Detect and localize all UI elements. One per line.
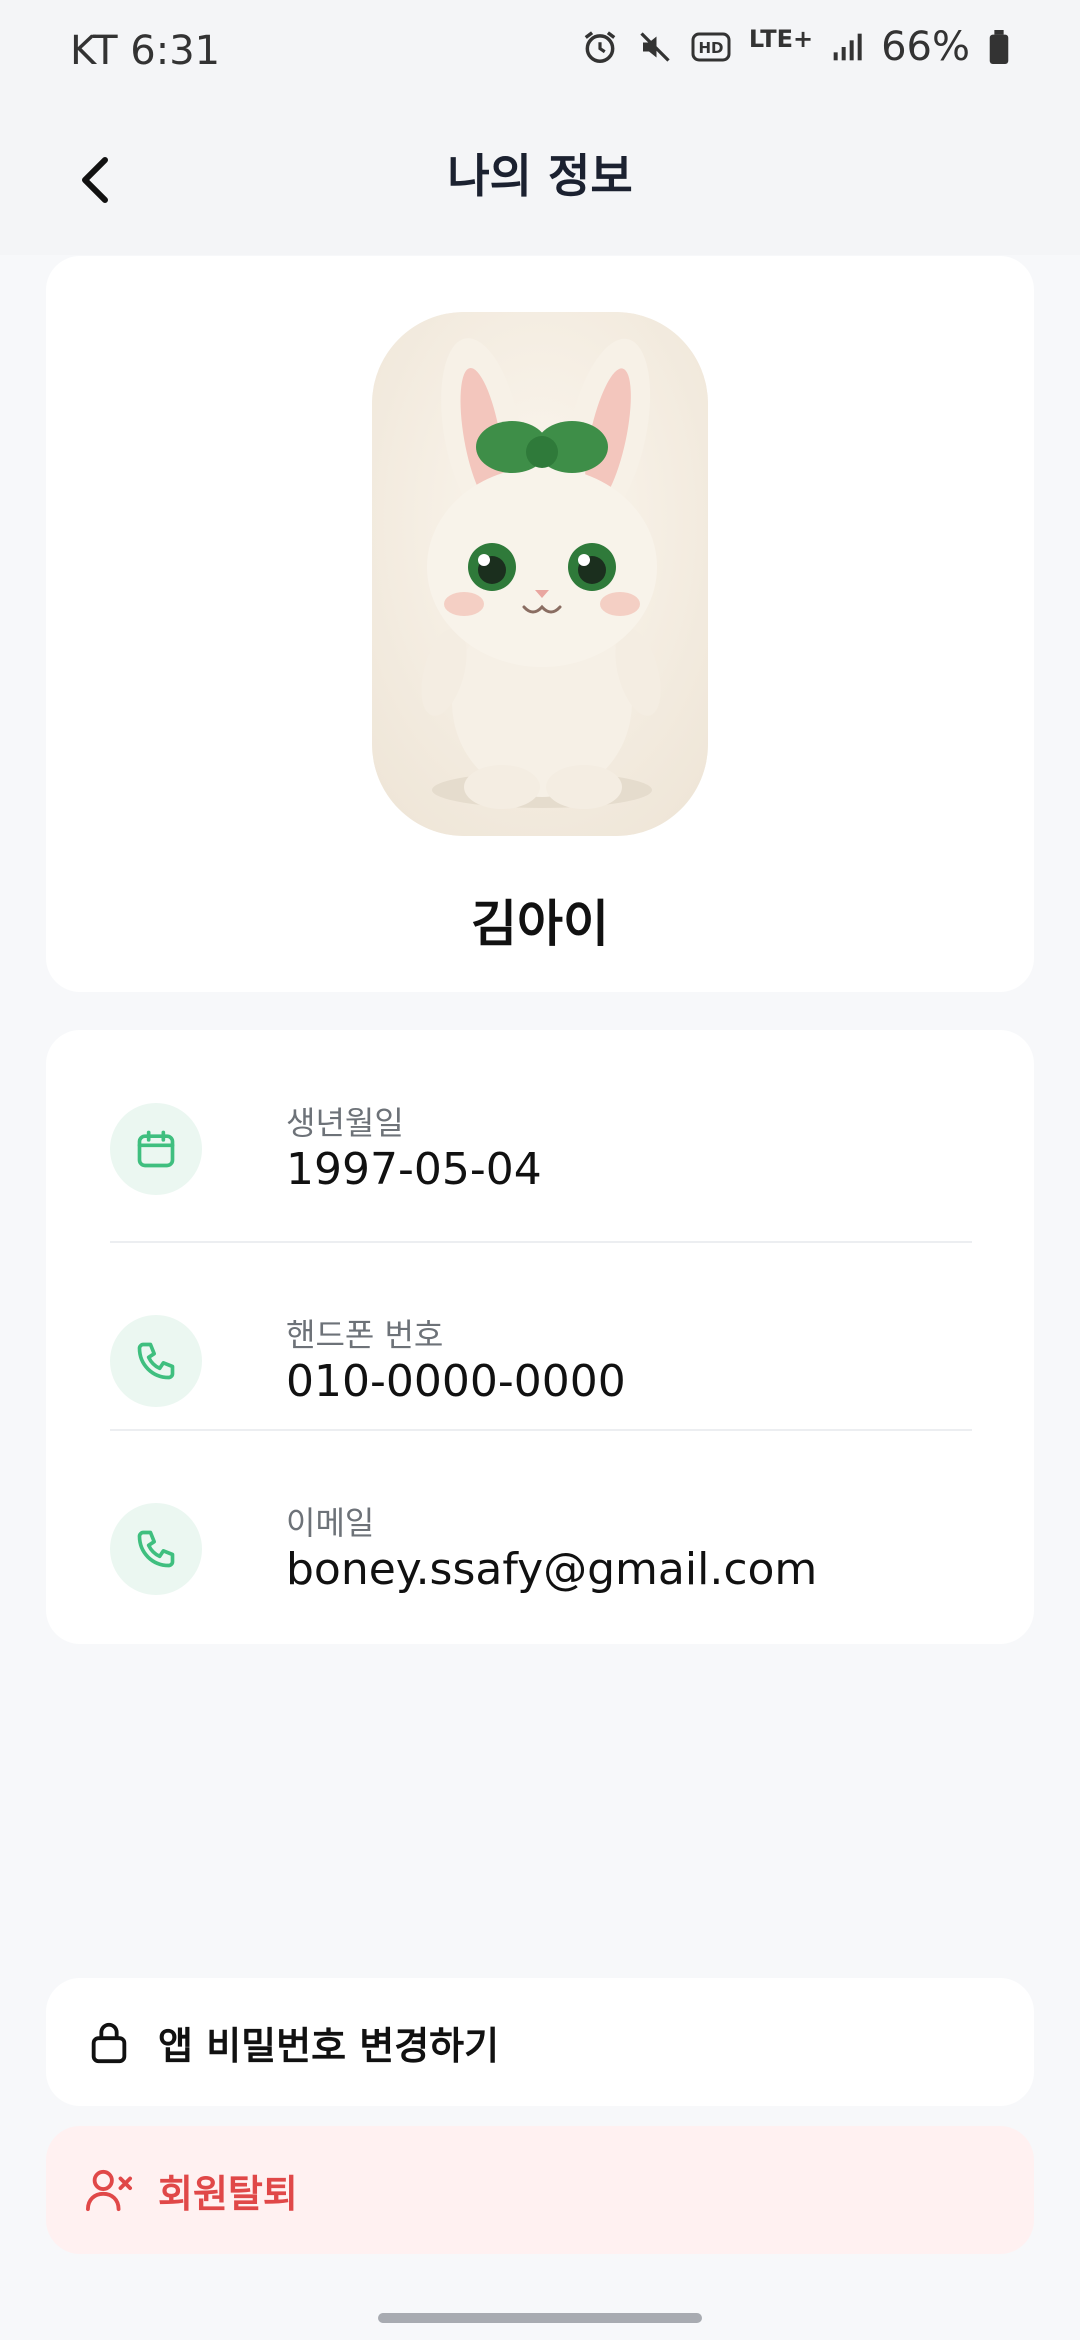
status-bar: KT 6:31 HD LTE+ 66%: [0, 0, 1080, 105]
birthdate-value: 1997-05-04: [286, 1144, 542, 1195]
alarm-icon: [581, 28, 619, 66]
lock-icon: [84, 2017, 134, 2067]
avatar[interactable]: [372, 312, 708, 836]
hd-icon: HD: [691, 32, 731, 62]
profile-name: 김아이: [471, 895, 609, 953]
calendar-icon: [110, 1103, 202, 1195]
phone-value: 010-0000-0000: [286, 1356, 626, 1407]
home-indicator[interactable]: [378, 2313, 702, 2323]
battery-percent: 66%: [881, 24, 970, 70]
header: 나의 정보: [0, 105, 1080, 255]
email-row: 이메일 boney.ssafy@gmail.com: [110, 1430, 972, 1616]
profile-card: 김아이: [46, 256, 1034, 992]
email-value: boney.ssafy@gmail.com: [286, 1544, 818, 1595]
withdraw-label: 회원탈퇴: [158, 2171, 298, 2216]
withdraw-button[interactable]: 회원탈퇴: [46, 2126, 1034, 2254]
phone-icon: [110, 1503, 202, 1595]
mute-icon: [637, 29, 673, 65]
signal-icon: [831, 31, 863, 63]
info-card: 생년월일 1997-05-04 핸드폰 번호 010-0000-0000 이메일…: [46, 1030, 1034, 1644]
carrier-time: KT 6:31: [70, 28, 221, 74]
email-label: 이메일: [286, 1504, 375, 1542]
battery-icon: [988, 30, 1010, 64]
status-icons: HD LTE+ 66%: [581, 24, 1010, 70]
phone-row: 핸드폰 번호 010-0000-0000: [110, 1242, 972, 1428]
phone-icon: [110, 1315, 202, 1407]
change-password-button[interactable]: 앱 비밀번호 변경하기: [46, 1978, 1034, 2106]
birthdate-row: 생년월일 1997-05-04: [110, 1030, 972, 1216]
lte-icon: LTE+: [748, 25, 814, 53]
birthdate-label: 생년월일: [286, 1104, 404, 1142]
svg-text:HD: HD: [698, 39, 723, 57]
bunny-avatar-icon: [372, 312, 708, 836]
phone-label: 핸드폰 번호: [286, 1316, 444, 1354]
page-title: 나의 정보: [447, 149, 633, 203]
user-remove-icon: [84, 2165, 134, 2215]
change-password-label: 앱 비밀번호 변경하기: [158, 2023, 500, 2068]
